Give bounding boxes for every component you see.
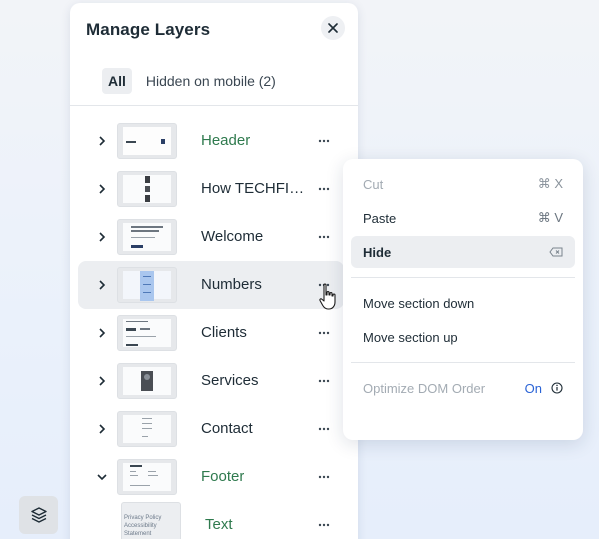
divider [70,105,358,106]
menu-item-label: Hide [363,244,392,260]
menu-item-paste[interactable]: Paste ⌘ V [351,202,575,234]
more-options-icon[interactable] [314,275,334,295]
menu-item-label: Paste [363,210,397,226]
menu-item-label: Move section down [363,295,475,311]
menu-item-label: Optimize DOM Order [363,380,486,396]
more-options-icon[interactable] [314,467,334,487]
optimize-dom-toggle-value[interactable]: On [525,381,542,396]
layer-row-how-techfit[interactable]: How TECHFIT... [70,165,358,213]
layer-thumbnail [117,459,177,495]
layer-row-text[interactable]: Privacy Policy Accessibility Statement T… [70,501,358,539]
more-options-icon[interactable] [314,179,334,199]
layer-thumbnail [117,123,177,159]
section-context-menu: Cut ⌘ X Paste ⌘ V Hide Move section down… [343,159,583,440]
layer-thumbnail [117,267,177,303]
layer-row-clients[interactable]: Clients [70,309,358,357]
chevron-right-icon[interactable] [96,133,108,149]
chevron-right-icon[interactable] [96,277,108,293]
layer-label: Welcome [201,228,264,245]
chevron-right-icon[interactable] [96,325,108,341]
layers-list: Header How TECHFIT... Welcome Numbers Cl… [70,117,358,539]
layers-icon [30,507,47,523]
layer-label: Numbers [201,276,262,293]
tab-all[interactable]: All [102,68,132,94]
layers-toggle-button[interactable] [19,496,58,534]
layer-label: Header [201,132,251,149]
layer-row-welcome[interactable]: Welcome [70,213,358,261]
layer-thumbnail [117,315,177,351]
tab-hidden-on-mobile[interactable]: Hidden on mobile (2) [140,68,282,94]
manage-layers-panel: Manage Layers All Hidden on mobile (2) H… [70,3,358,539]
menu-item-hide[interactable]: Hide [351,236,575,268]
close-icon [328,23,338,33]
chevron-right-icon[interactable] [96,229,108,245]
chevron-right-icon[interactable] [96,181,108,197]
info-icon[interactable] [551,382,563,394]
layer-row-header[interactable]: Header [70,117,358,165]
layer-label: Services [201,372,259,389]
menu-divider [351,277,575,278]
layer-filter-tabs: All Hidden on mobile (2) [102,68,282,94]
layer-row-services[interactable]: Services [70,357,358,405]
layer-thumbnail [117,171,177,207]
menu-divider [351,362,575,363]
backspace-icon [549,247,563,257]
layer-label: Clients [201,324,247,341]
layer-label: Text [205,516,233,533]
chevron-down-icon[interactable] [96,469,108,485]
more-options-icon[interactable] [314,419,334,439]
layer-thumbnail: Privacy Policy Accessibility Statement [121,502,181,539]
menu-item-move-section-down[interactable]: Move section down [351,287,575,319]
layer-row-numbers[interactable]: Numbers [70,261,358,309]
shortcut-label: ⌘ X [537,176,563,191]
layer-row-footer[interactable]: Footer [70,453,358,501]
more-options-icon[interactable] [314,323,334,343]
layer-thumbnail [117,411,177,447]
more-options-icon[interactable] [314,131,334,151]
menu-item-move-section-up[interactable]: Move section up [351,321,575,353]
more-options-icon[interactable] [314,515,334,535]
shortcut-label: ⌘ V [537,210,563,225]
layer-thumbnail [117,219,177,255]
menu-item-label: Move section up [363,329,458,345]
layer-label: Footer [201,468,245,485]
layer-row-contact[interactable]: Contact [70,405,358,453]
thumbnail-text: Privacy Policy Accessibility Statement [124,515,162,537]
menu-item-cut[interactable]: Cut ⌘ X [351,168,575,200]
layer-label: Contact [201,420,253,437]
more-options-icon[interactable] [314,371,334,391]
panel-title: Manage Layers [86,20,211,39]
chevron-right-icon[interactable] [96,373,108,389]
more-options-icon[interactable] [314,227,334,247]
layer-thumbnail [117,363,177,399]
chevron-right-icon[interactable] [96,421,108,437]
menu-item-optimize-dom-order[interactable]: Optimize DOM Order On [351,372,575,404]
menu-item-label: Cut [363,176,384,192]
close-button[interactable] [321,16,345,40]
layer-label: How TECHFIT... [201,180,309,197]
